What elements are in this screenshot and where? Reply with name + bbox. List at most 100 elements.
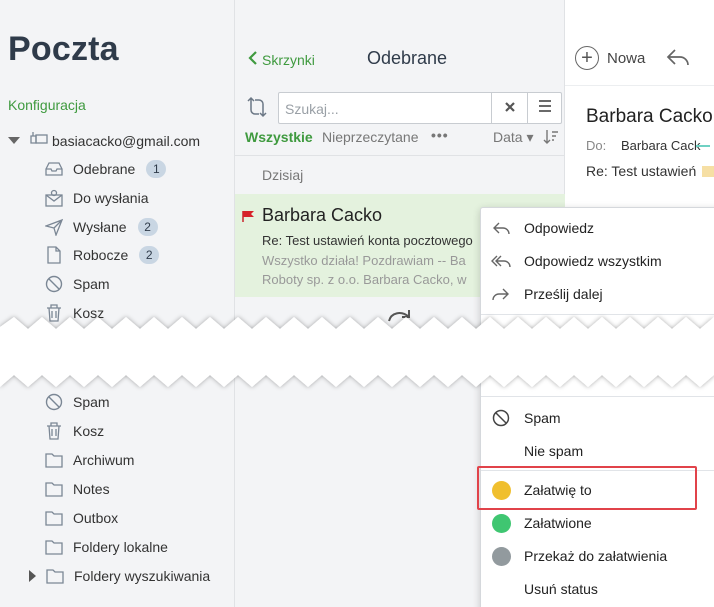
chevron-left-icon	[248, 51, 258, 68]
reader-to-value: Barbara Cack	[621, 138, 701, 153]
sidebar-item-foldery-lokalne[interactable]: Foldery lokalne	[44, 535, 168, 559]
sort-direction-icon[interactable]	[543, 128, 559, 149]
spam-icon	[44, 392, 64, 412]
sidebar-item-wyslane[interactable]: Wysłane 2	[44, 215, 158, 239]
sync-icon[interactable]	[247, 96, 267, 123]
annotation-highlight-box	[477, 466, 697, 510]
reader-subject: Re: Test ustawień	[586, 163, 697, 179]
send-icon	[44, 217, 64, 237]
mailbox-icon	[30, 131, 48, 150]
folder-label: Robocze	[73, 247, 129, 263]
folder-icon	[44, 450, 64, 470]
search-input[interactable]	[285, 99, 485, 119]
menu-label: Prześlij dalej	[524, 286, 603, 302]
reply-all-icon	[491, 251, 511, 271]
expand-arrow-icon[interactable]	[29, 570, 36, 582]
account-row[interactable]: basiacacko@gmail.com	[8, 131, 200, 150]
folder-label: Do wysłania	[73, 190, 149, 206]
menu-label: Usuń status	[524, 581, 598, 597]
more-filters-button[interactable]: •••	[431, 127, 449, 143]
sidebar-item-kosz-local[interactable]: Kosz	[44, 419, 104, 443]
menu-label: Odpowiedz	[524, 220, 595, 236]
search-options-button[interactable]	[527, 93, 562, 123]
context-menu: Odpowiedz Odpowiedz wszystkim Prześlij d…	[480, 207, 714, 607]
filter-unread-tab[interactable]: Nieprzeczytane	[322, 129, 419, 145]
reader-from: Barbara Cacko	[586, 106, 713, 127]
sidebar-item-notes[interactable]: Notes	[44, 477, 110, 501]
hamburger-icon	[538, 99, 552, 117]
app-title: Poczta	[8, 30, 119, 68]
back-to-mailboxes-button[interactable]: Skrzynki	[248, 51, 315, 68]
message-preview: Wszystko działa! Pozdrawiam -- Ba Roboty…	[262, 251, 502, 289]
reply-icon[interactable]	[665, 47, 691, 72]
sidebar-item-foldery-wyszukiwania[interactable]: Foldery wyszukiwania	[29, 564, 210, 588]
collapse-arrow-icon[interactable]	[8, 137, 20, 144]
folder-label: Spam	[73, 276, 110, 292]
account-email: basiacacko@gmail.com	[52, 132, 201, 149]
inbox-icon	[44, 159, 64, 179]
folder-label: Foldery lokalne	[73, 539, 168, 555]
preview-line: Roboty sp. z o.o. Barbara Cacko, w	[262, 272, 467, 287]
filter-bar: Wszystkie Nieprzeczytane ••• Data ▾	[245, 127, 563, 149]
divider	[235, 155, 565, 156]
folder-label: Outbox	[73, 510, 119, 526]
menu-item-reply[interactable]: Odpowiedz	[481, 213, 714, 243]
date-group-label: Dzisiaj	[262, 167, 304, 183]
menu-item-status-done[interactable]: Załatwione	[481, 508, 714, 538]
menu-label: Załatwione	[524, 515, 592, 531]
menu-item-not-spam[interactable]: Nie spam	[481, 436, 714, 466]
sort-by-date-dropdown[interactable]: Data ▾	[493, 129, 534, 146]
spam-icon	[44, 274, 64, 294]
list-title: Odebrane	[367, 48, 448, 68]
folder-label: Notes	[73, 481, 110, 497]
message-sender: Barbara Cacko	[262, 205, 383, 225]
menu-label: Nie spam	[524, 443, 584, 459]
menu-item-spam[interactable]: Spam	[481, 403, 714, 433]
back-label: Skrzynki	[262, 51, 315, 68]
folder-label: Foldery wyszukiwania	[74, 568, 211, 584]
folder-label: Spam	[73, 394, 110, 410]
divider	[565, 85, 714, 86]
menu-item-reply-all[interactable]: Odpowiedz wszystkim	[481, 246, 714, 276]
menu-label: Spam	[524, 410, 561, 426]
folder-label: Wysłane	[73, 219, 127, 235]
trash-icon	[44, 421, 64, 441]
reader-to-label: Do:	[586, 138, 607, 153]
sidebar-item-odebrane[interactable]: Odebrane 1	[44, 157, 167, 181]
flag-icon[interactable]	[242, 209, 256, 227]
sidebar-item-archiwum[interactable]: Archiwum	[44, 448, 134, 472]
count-badge: 2	[137, 218, 158, 236]
search-box	[278, 92, 562, 124]
folder-icon	[45, 566, 65, 586]
folder-label: Odebrane	[73, 161, 136, 177]
menu-label: Odpowiedz wszystkim	[524, 253, 662, 269]
subject-tag-mark	[702, 166, 714, 177]
sidebar-item-spam[interactable]: Spam	[44, 272, 110, 296]
new-label: Nowa	[607, 49, 646, 67]
menu-separator	[481, 396, 714, 397]
menu-item-status-delegate[interactable]: Przekaż do załatwienia	[481, 541, 714, 571]
folder-icon	[44, 508, 64, 528]
sidebar: Poczta Konfiguracja basiacacko@gmail.com…	[0, 0, 235, 607]
outbox-person-icon	[44, 188, 64, 208]
spam-icon	[491, 408, 511, 428]
status-dot-green-icon	[491, 513, 511, 533]
new-message-button[interactable]: + Nowa	[575, 46, 645, 70]
contact-tag-mark	[696, 145, 710, 147]
folder-label: Archiwum	[73, 452, 135, 468]
sidebar-item-outbox[interactable]: Outbox	[44, 506, 118, 530]
menu-item-remove-status[interactable]: Usuń status	[481, 574, 714, 604]
plus-icon: +	[575, 46, 599, 70]
sidebar-item-do-wyslania[interactable]: Do wysłania	[44, 186, 148, 210]
filter-all-tab[interactable]: Wszystkie	[245, 129, 313, 145]
unread-badge: 1	[146, 160, 167, 178]
torn-edge-divider	[0, 317, 714, 387]
folder-label: Kosz	[73, 423, 105, 439]
sidebar-item-robocze[interactable]: Robocze 2	[44, 243, 160, 267]
folder-icon	[44, 479, 64, 499]
draft-icon	[44, 245, 64, 265]
close-icon	[504, 100, 516, 116]
clear-search-button[interactable]	[491, 93, 527, 123]
config-link[interactable]: Konfiguracja	[8, 97, 86, 113]
forward-icon	[491, 284, 511, 304]
